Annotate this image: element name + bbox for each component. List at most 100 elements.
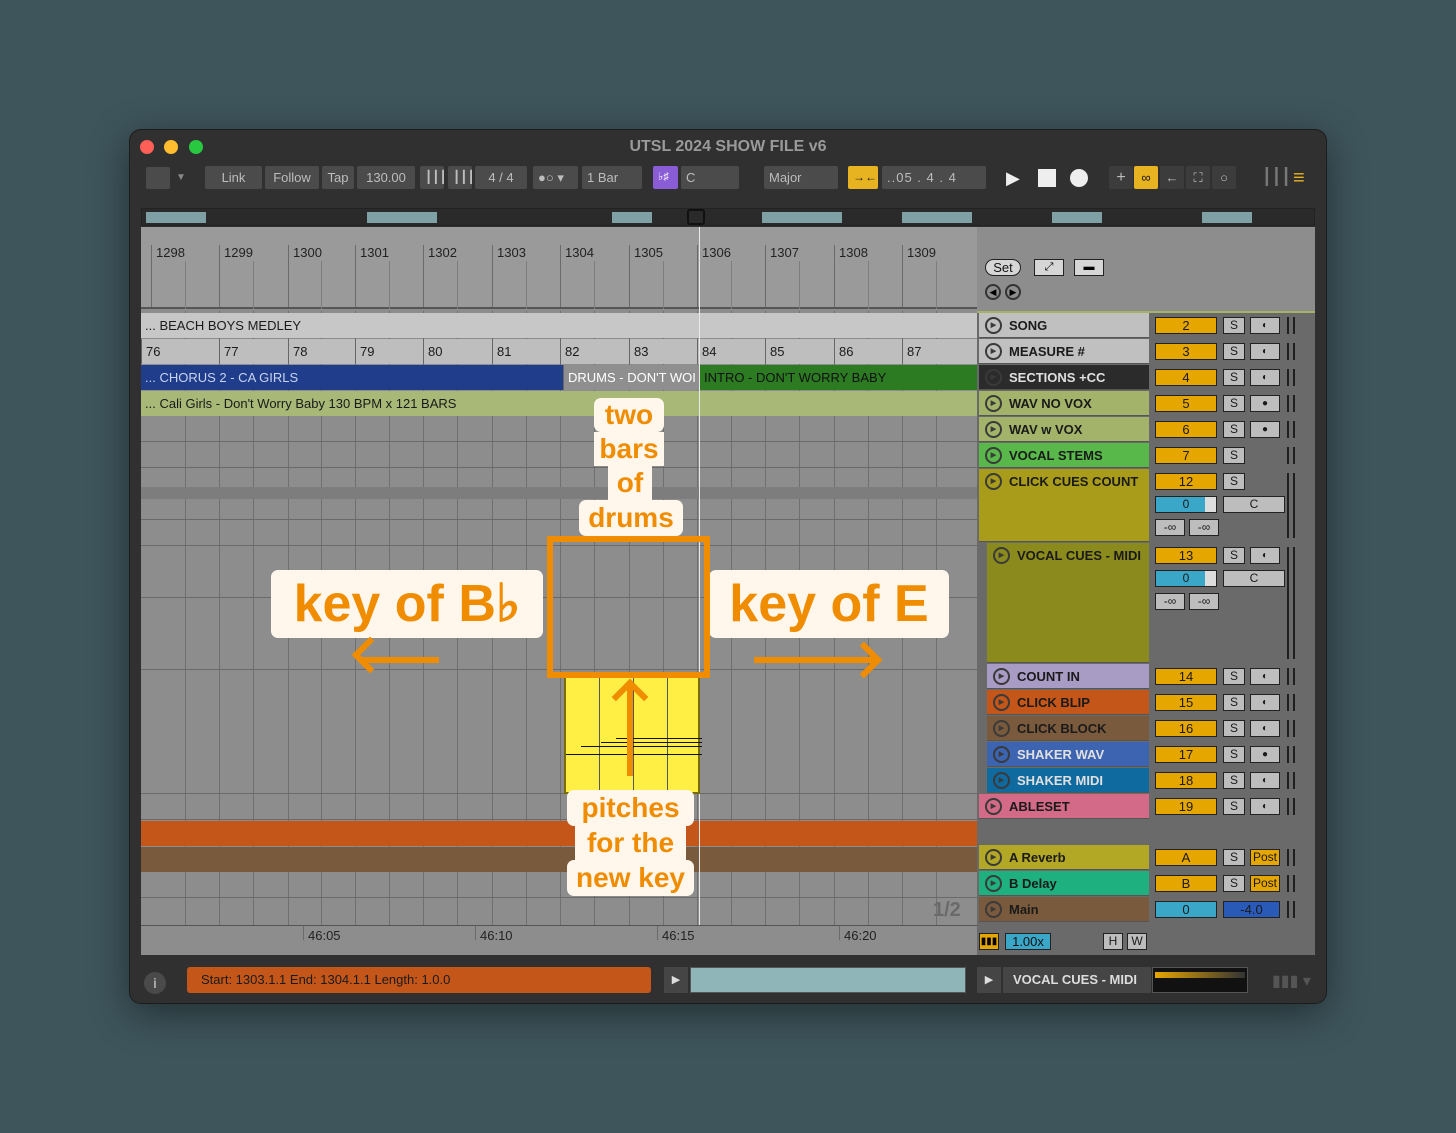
track-number-button[interactable]: A (1155, 849, 1217, 866)
track-activator-icon[interactable]: ▶ (993, 720, 1010, 737)
h-button[interactable]: H (1103, 933, 1123, 950)
stop-icon[interactable] (1038, 169, 1056, 187)
track-activator-icon[interactable]: ▶ (985, 317, 1002, 334)
measure-cell[interactable]: 82 (560, 339, 629, 364)
play-icon[interactable]: ▶ (1006, 167, 1020, 189)
track-header[interactable]: ▶ A Reverb (979, 845, 1149, 870)
zoom-field[interactable]: 1.00x (1005, 933, 1051, 950)
solo-button[interactable]: S (1223, 447, 1245, 464)
monitor-icon[interactable]: ◐ (1250, 547, 1280, 564)
key-root-select[interactable]: C (681, 166, 739, 189)
track-activator-icon[interactable]: ▶ (993, 694, 1010, 711)
click-blip-clip[interactable] (141, 821, 977, 846)
loop-record-icon[interactable]: ○ (1212, 166, 1236, 189)
section-clip[interactable]: ... CHORUS 2 - CA GIRLS (141, 365, 563, 390)
time-signature-field[interactable]: 4 / 4 (475, 166, 527, 189)
overview-viewport[interactable] (687, 209, 705, 225)
track-activator-icon[interactable]: ▶ (993, 772, 1010, 789)
track-number-button[interactable]: 7 (1155, 447, 1217, 464)
monitor-icon[interactable]: ● (1250, 421, 1280, 438)
monitor-icon[interactable]: ◐ (1250, 772, 1280, 789)
time-ruler[interactable]: 46:05 46:10 46:15 46:20 (141, 925, 977, 955)
section-clip[interactable]: DRUMS - DON'T WOI (563, 365, 699, 390)
solo-button[interactable]: S (1223, 668, 1245, 685)
expand-icon[interactable]: ⤢ (1034, 259, 1064, 276)
measure-cell[interactable]: 77 (219, 339, 288, 364)
monitor-icon[interactable]: ◐ (1250, 694, 1280, 711)
solo-button[interactable]: S (1223, 746, 1245, 763)
track-activator-icon[interactable]: ▶ (993, 547, 1010, 564)
track-number-button[interactable]: 14 (1155, 668, 1217, 685)
quantize-select[interactable]: 1 Bar (582, 166, 642, 189)
next-locator-icon[interactable]: ▶ (1005, 284, 1021, 300)
main-volume-field[interactable]: -4.0 (1223, 901, 1280, 918)
track-number-button[interactable]: 13 (1155, 547, 1217, 564)
track-activator-icon[interactable]: ▶ (985, 343, 1002, 360)
measure-cell[interactable]: 83 (629, 339, 697, 364)
song-lane-clip[interactable]: ... BEACH BOYS MEDLEY (141, 313, 977, 338)
monitor-icon[interactable]: ◐ (1250, 720, 1280, 737)
link-button[interactable]: Link (205, 166, 262, 189)
section-clip[interactable]: INTRO - DON'T WORRY BABY (699, 365, 977, 390)
monitor-icon[interactable]: ◐ (1250, 369, 1280, 386)
solo-button[interactable]: S (1223, 875, 1245, 892)
measure-cell[interactable]: 80 (423, 339, 492, 364)
track-activator-icon[interactable]: ▶ (993, 746, 1010, 763)
track-number-button[interactable]: 12 (1155, 473, 1217, 490)
solo-button[interactable]: S (1223, 473, 1245, 490)
monitor-icon[interactable]: ◐ (1250, 798, 1280, 815)
track-header[interactable]: ▶ COUNT IN (987, 664, 1149, 689)
track-activator-icon[interactable]: ▶ (985, 369, 1002, 386)
monitor-icon[interactable]: ● (1250, 395, 1280, 412)
pan-field[interactable]: C (1223, 570, 1285, 587)
automation-arm-icon[interactable]: ∞ (1134, 166, 1158, 189)
track-activator-icon[interactable]: ▶ (985, 421, 1002, 438)
track-number-button[interactable]: 5 (1155, 395, 1217, 412)
capture-icon[interactable]: ⛶ (1186, 166, 1210, 189)
volume-field[interactable]: 0 (1155, 496, 1217, 513)
track-activator-icon[interactable]: ▶ (985, 875, 1002, 892)
beat-ruler[interactable]: 1298 1299 1300 1301 1302 1303 1304 1305 … (141, 227, 977, 309)
chevron-down-icon[interactable]: ▼ (176, 167, 186, 189)
track-header[interactable]: ▶ CLICK BLIP (987, 690, 1149, 715)
solo-button[interactable]: S (1223, 421, 1245, 438)
post-button[interactable]: Post (1250, 849, 1280, 866)
solo-button[interactable]: S (1223, 772, 1245, 789)
tap-tempo-button[interactable]: Tap (322, 166, 354, 189)
clip-play-icon[interactable]: ▶ (664, 967, 688, 993)
scale-select[interactable]: Major (764, 166, 838, 189)
monitor-icon[interactable]: ◐ (1250, 668, 1280, 685)
measure-cell[interactable]: 79 (355, 339, 423, 364)
monitor-icon[interactable]: ● (1250, 746, 1280, 763)
track-number-button[interactable]: 3 (1155, 343, 1217, 360)
menu-icon[interactable]: ≡ (1293, 167, 1305, 189)
prev-locator-icon[interactable]: ◀ (985, 284, 1001, 300)
track-activator-icon[interactable]: ▶ (985, 849, 1002, 866)
wav-lane-clip[interactable]: ... Cali Girls - Don't Worry Baby 130 BP… (141, 391, 977, 416)
solo-button[interactable]: S (1223, 849, 1245, 866)
waveform-icon[interactable]: ▮▮▮ (979, 933, 999, 950)
track-number-button[interactable]: 15 (1155, 694, 1217, 711)
measure-cell[interactable]: 86 (834, 339, 902, 364)
track-activator-icon[interactable]: ▶ (985, 395, 1002, 412)
track-number-button[interactable]: 18 (1155, 772, 1217, 789)
track-header[interactable]: ▶ WAV NO VOX (979, 391, 1149, 416)
track-activator-icon[interactable]: ▶ (985, 473, 1002, 490)
solo-button[interactable]: S (1223, 317, 1245, 334)
track-header[interactable]: ▶ SHAKER MIDI (987, 768, 1149, 793)
click-block-clip[interactable] (141, 847, 977, 872)
track-activator-icon[interactable]: ▶ (985, 901, 1002, 918)
measure-cell[interactable]: 78 (288, 339, 355, 364)
solo-button[interactable]: S (1223, 547, 1245, 564)
track-number-button[interactable]: 16 (1155, 720, 1217, 737)
add-icon[interactable]: + (1109, 166, 1133, 189)
arrangement-overview[interactable] (141, 208, 1315, 226)
volume-field[interactable]: 0 (1155, 570, 1217, 587)
track-header[interactable]: ▶ SHAKER WAV (987, 742, 1149, 767)
track-number-button[interactable]: 19 (1155, 798, 1217, 815)
track-header[interactable]: ▶ WAV w VOX (979, 417, 1149, 442)
track-header[interactable]: ▶ B Delay (979, 871, 1149, 896)
key-toggle-icon[interactable]: ♭♯ (653, 166, 678, 189)
track-number-button[interactable]: B (1155, 875, 1217, 892)
pan-field[interactable]: C (1223, 496, 1285, 513)
